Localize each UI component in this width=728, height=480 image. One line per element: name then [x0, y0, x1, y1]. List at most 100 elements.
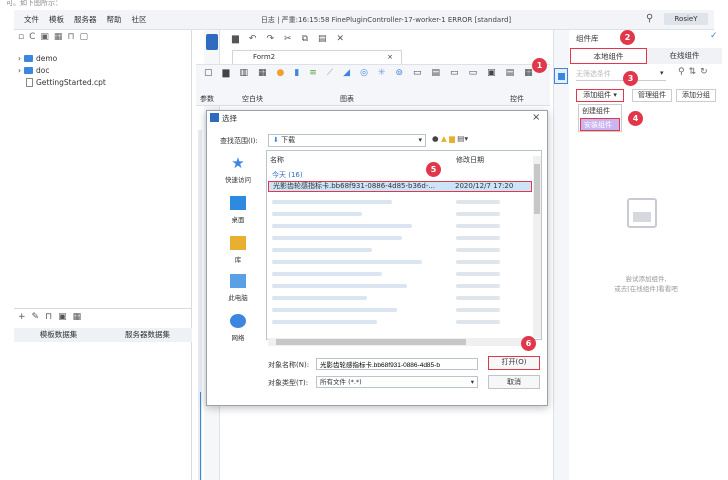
add-group-button[interactable]: 添加分组 — [676, 89, 716, 102]
list-item[interactable] — [272, 260, 422, 264]
list-item[interactable] — [272, 272, 382, 276]
menu-help[interactable]: 帮助 — [107, 14, 122, 25]
component-library-button[interactable] — [554, 68, 568, 84]
search-icon[interactable]: ⚲ — [678, 67, 685, 77]
control-text-icon[interactable]: ▤ — [432, 68, 441, 78]
user-button[interactable]: RosieY — [664, 13, 708, 25]
control-tree-icon[interactable]: ▣ — [487, 68, 496, 78]
edit-icon[interactable]: ▣ — [40, 32, 49, 42]
selected-file-row[interactable]: 光影齿轮感指标卡.bb68f931-0886-4d85-b36d-... 202… — [268, 181, 532, 192]
preview-icon[interactable]: ▣ — [58, 312, 67, 322]
menu-item-create-component[interactable]: 创建组件 — [579, 105, 621, 118]
manage-components-button[interactable]: 管理组件 — [632, 89, 672, 102]
list-item[interactable] — [272, 320, 377, 324]
tab-online-components[interactable]: 在线组件 — [647, 48, 722, 64]
tree-item-demo[interactable]: › demo — [18, 52, 106, 64]
menu-file[interactable]: 文件 — [24, 14, 39, 25]
blank-block-icon[interactable]: ▆ — [223, 68, 230, 78]
chart-more-icon[interactable]: ⊚ — [395, 68, 403, 78]
control-list-icon[interactable]: ▤ — [506, 68, 515, 78]
back-icon[interactable]: ● — [432, 134, 439, 143]
place-quick-access[interactable]: ★ 快速访问 — [216, 156, 260, 185]
list-item[interactable] — [272, 212, 362, 216]
chart-bar-icon[interactable]: ▮ — [294, 68, 299, 78]
list-item[interactable] — [272, 284, 407, 288]
copy-icon[interactable]: ⧉ — [302, 34, 308, 44]
grid-icon[interactable]: ▦ — [73, 312, 82, 322]
component-icon — [558, 73, 565, 80]
control-button-icon[interactable]: ▭ — [413, 68, 422, 78]
layout2-icon[interactable]: ▦ — [258, 68, 267, 78]
add-icon[interactable]: + — [18, 312, 26, 322]
redo-icon[interactable]: ↷ — [266, 34, 274, 44]
tab-server-dataset[interactable]: 服务器数据集 — [103, 328, 192, 342]
lookin-select[interactable]: ⬇ 下载 ▾ — [268, 134, 426, 147]
save-icon[interactable] — [206, 34, 218, 50]
new-icon[interactable]: ▫ — [18, 32, 24, 42]
control-table-icon[interactable]: ▦ — [524, 68, 533, 78]
trash-icon[interactable]: ⊓ — [45, 312, 52, 322]
refresh-icon[interactable]: C — [29, 32, 35, 42]
list-item[interactable] — [272, 308, 397, 312]
chart-line-icon[interactable]: ⟋ — [327, 68, 333, 78]
list-item[interactable] — [272, 248, 372, 252]
menu-template[interactable]: 模板 — [49, 14, 64, 25]
save-file-icon[interactable]: ▆ — [232, 34, 239, 44]
up-folder-icon[interactable]: ▲ — [441, 134, 447, 143]
control-combo-icon[interactable]: ▭ — [450, 68, 459, 78]
filetype-select[interactable]: 所有文件 (*.*) ▾ — [316, 376, 478, 388]
delete-icon[interactable]: ⊓ — [67, 32, 74, 42]
menu-item-install-component[interactable]: 安装组件 — [580, 118, 620, 131]
place-desktop[interactable]: 桌面 — [216, 196, 260, 224]
undo-icon[interactable]: ↶ — [249, 34, 257, 44]
search-icon[interactable]: ⚲ — [646, 13, 653, 24]
list-item[interactable] — [272, 236, 402, 240]
cut-icon[interactable]: ✂ — [284, 34, 292, 44]
lock-icon[interactable]: ▢ — [79, 32, 88, 42]
open-button[interactable]: 打开(O) — [488, 356, 540, 370]
view-menu-icon[interactable]: ▤▾ — [457, 134, 468, 143]
list-item[interactable] — [272, 200, 392, 204]
tab-form2[interactable]: Form2 × — [232, 50, 402, 64]
chevron-down-icon[interactable]: ▾ — [660, 69, 664, 77]
filename-input[interactable] — [316, 358, 478, 370]
menu-server[interactable]: 服务器 — [74, 14, 97, 25]
chart-hbar-icon[interactable]: ≡ — [309, 68, 317, 78]
sort-icon[interactable]: ⇅ — [689, 67, 697, 77]
vertical-scrollbar[interactable] — [533, 156, 541, 338]
list-item[interactable] — [272, 224, 412, 228]
column-name[interactable]: 名称 — [270, 155, 284, 165]
column-date[interactable]: 修改日期 — [456, 155, 484, 165]
tree-item-doc[interactable]: › doc — [18, 64, 106, 76]
new-folder-icon[interactable]: ▆ — [449, 134, 455, 143]
control-date-icon[interactable]: ▭ — [469, 68, 478, 78]
add-component-button[interactable]: 添加组件 ▾ — [576, 89, 624, 102]
tab-template-dataset[interactable]: 模板数据集 — [14, 328, 103, 342]
tab-local-components[interactable]: 本地组件 — [570, 48, 647, 64]
chart-area-icon[interactable]: ◢ — [343, 68, 350, 78]
place-this-pc[interactable]: 此电脑 — [216, 274, 260, 302]
scroll-thumb[interactable] — [276, 339, 466, 345]
list-item[interactable] — [272, 296, 367, 300]
horizontal-scrollbar[interactable] — [268, 338, 534, 346]
chart-pie-icon[interactable]: ● — [276, 68, 284, 78]
chart-gauge-icon[interactable]: ◎ — [360, 68, 368, 78]
refresh-icon[interactable]: ↻ — [700, 67, 708, 77]
place-library[interactable]: 库 — [216, 236, 260, 264]
chart-radar-icon[interactable]: ✳ — [378, 68, 386, 78]
paste-icon[interactable]: ▤ — [318, 34, 327, 44]
tree-item-file[interactable]: GettingStarted.cpt — [18, 76, 106, 88]
filter-select[interactable]: 无筛选条件 — [576, 68, 666, 81]
place-network[interactable]: 网络 — [216, 314, 260, 342]
close-tab-icon[interactable]: × — [387, 51, 393, 64]
menu-community[interactable]: 社区 — [132, 14, 147, 25]
close-icon[interactable]: × — [532, 112, 540, 123]
locate-icon[interactable]: ▦ — [54, 32, 63, 42]
scroll-thumb[interactable] — [534, 164, 540, 214]
cancel-button[interactable]: 取消 — [488, 375, 540, 389]
layout-icon[interactable]: ▥ — [239, 68, 248, 78]
clear-icon[interactable]: ✕ — [337, 34, 345, 44]
check-icon[interactable]: ✓ — [710, 31, 718, 41]
param-icon[interactable]: ▢ — [204, 68, 213, 78]
pencil-icon[interactable]: ✎ — [32, 312, 40, 322]
